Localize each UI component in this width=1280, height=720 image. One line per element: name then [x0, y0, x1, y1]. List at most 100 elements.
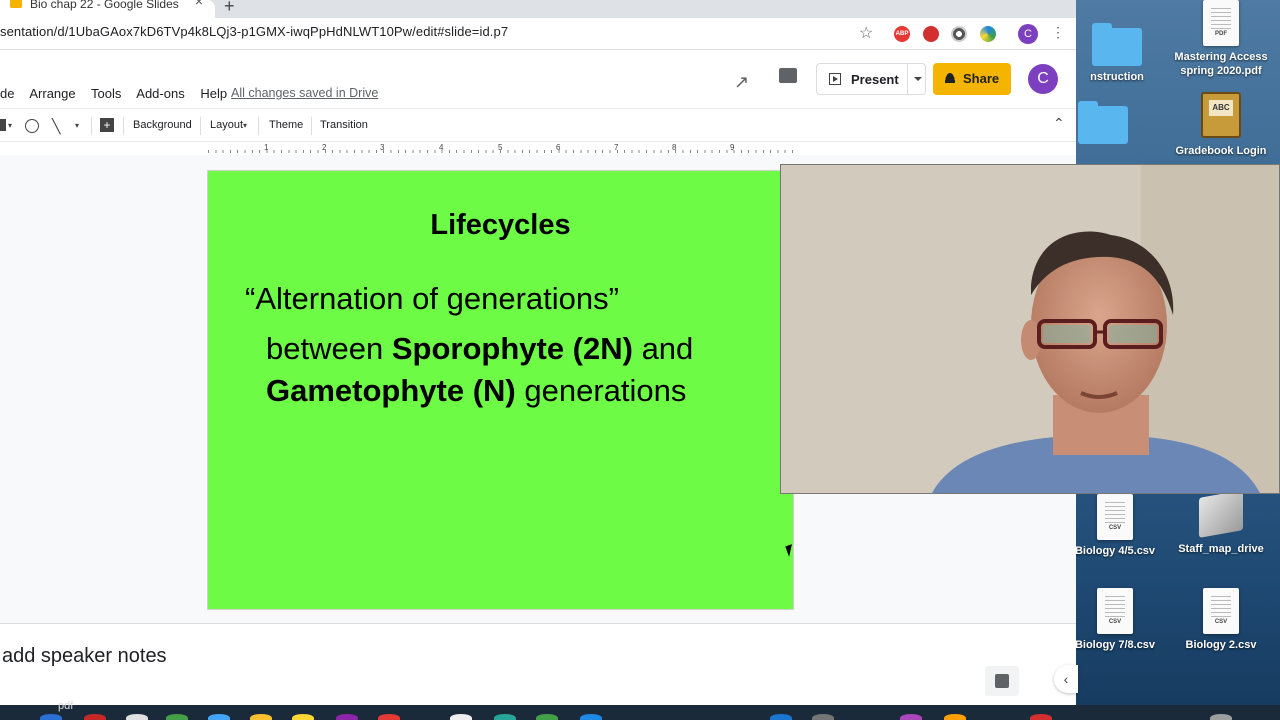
slide-body-line[interactable]: “Alternation of generations” — [245, 281, 619, 317]
csv-file-icon: CSV — [1097, 588, 1133, 634]
folder-icon[interactable] — [1078, 101, 1128, 144]
menu-arrange[interactable]: Arrange — [29, 86, 75, 101]
desktop-file-biology-2[interactable]: CSV Biology 2.csv — [1166, 588, 1276, 652]
dock-app-icon[interactable] — [84, 714, 106, 720]
dock-app-icon[interactable] — [944, 714, 966, 720]
shape-icon[interactable] — [25, 119, 39, 133]
dock-app-icon[interactable] — [250, 714, 272, 720]
dock-app-icon[interactable] — [536, 714, 558, 720]
dock-app-icon[interactable] — [1030, 714, 1052, 720]
present-dropdown-button[interactable] — [907, 64, 926, 94]
browser-tab[interactable]: Bio chap 22 - Google Slides × — [0, 0, 215, 18]
present-label: Present — [851, 72, 899, 87]
dock-app-icon[interactable] — [292, 714, 314, 720]
theme-button[interactable]: Theme — [269, 119, 303, 131]
ruler-label: 4 — [439, 143, 444, 152]
horizontal-ruler: 1 2 3 4 5 6 7 8 9 — [208, 143, 793, 155]
adblock-extension-icon[interactable]: ABP — [894, 26, 910, 42]
dock-app-icon[interactable] — [450, 714, 472, 720]
ruler-label: 8 — [672, 143, 677, 152]
desktop-file-staff-map[interactable]: Staff_map_drive — [1166, 490, 1276, 556]
slides-favicon-icon — [10, 0, 22, 8]
present-button[interactable]: Present — [816, 63, 926, 95]
textbox-icon[interactable] — [0, 119, 6, 131]
desktop-folder-instruction[interactable]: nstruction — [1062, 23, 1172, 84]
desktop-file-mastering-access[interactable]: PDF Mastering Access spring 2020.pdf — [1166, 0, 1276, 78]
dock-app-icon[interactable] — [208, 714, 230, 720]
extension-gray-icon[interactable] — [951, 26, 967, 42]
ruler-label: 7 — [614, 143, 619, 152]
chevron-down-icon[interactable]: ▾ — [8, 121, 12, 130]
desktop-file-label: Biology 2.csv — [1185, 639, 1257, 651]
ruler-label: 5 — [498, 143, 503, 152]
layout-button[interactable]: Layout — [210, 119, 243, 131]
ruler-label: 9 — [730, 143, 735, 152]
save-status[interactable]: All changes saved in Drive — [231, 86, 378, 100]
more-vert-icon[interactable]: ⋮ — [1051, 24, 1065, 41]
account-avatar[interactable]: C — [1028, 64, 1058, 94]
speaker-notes-placeholder[interactable]: add speaker notes — [2, 645, 167, 668]
chevron-down-icon: ▾ — [243, 121, 248, 130]
ruler-label: 1 — [264, 143, 269, 152]
desktop-shortcut-gradebook[interactable]: ABC Gradebook Login — [1166, 92, 1276, 158]
dock-app-icon[interactable] — [126, 714, 148, 720]
dock-app-icon[interactable] — [770, 714, 792, 720]
star-icon[interactable]: ☆ — [859, 23, 873, 43]
csv-file-icon: CSV — [1203, 588, 1239, 634]
transition-button[interactable]: Transition — [320, 119, 368, 131]
toolbar-divider — [258, 117, 259, 135]
slide-text: and — [632, 331, 694, 366]
slide-bold-term: Gametophyte (N) — [266, 373, 516, 408]
extension-red-icon[interactable] — [923, 26, 939, 42]
close-icon[interactable]: × — [195, 0, 203, 8]
share-button[interactable]: Share — [933, 63, 1011, 95]
present-icon — [829, 73, 841, 85]
dock-app-icon[interactable] — [900, 714, 922, 720]
explore-button[interactable] — [985, 666, 1019, 696]
line-icon[interactable]: ╲ — [52, 118, 60, 135]
drive-map-icon — [1199, 490, 1243, 538]
dock-app-icon[interactable] — [336, 714, 358, 720]
speaker-notes[interactable]: add speaker notes — [0, 623, 1076, 705]
desktop-file-label: Mastering Access spring 2020.pdf — [1174, 51, 1268, 77]
dock-app-icon[interactable] — [378, 714, 400, 720]
csv-file-icon: CSV — [1097, 494, 1133, 540]
chevron-down-icon[interactable]: ▾ — [75, 121, 79, 130]
menu-tools[interactable]: Tools — [91, 86, 121, 101]
activity-trend-icon[interactable]: ↗ — [734, 72, 749, 93]
desktop-file-label: Biology 4/5.csv — [1074, 545, 1156, 557]
new-tab-icon[interactable]: + — [224, 0, 235, 17]
desktop-file-biology-78[interactable]: CSV Biology 7/8.csv — [1060, 588, 1170, 652]
dock-app-icon[interactable] — [166, 714, 188, 720]
dock-app-icon[interactable] — [580, 714, 602, 720]
os-dock: pdf — [0, 700, 1280, 720]
toolbar-divider — [91, 117, 92, 135]
collapse-toolbar-icon[interactable]: ⌃ — [1053, 115, 1065, 132]
slide-body-line[interactable]: between Sporophyte (2N) and — [266, 331, 693, 367]
slide-body-line[interactable]: Gametophyte (N) generations — [266, 373, 686, 409]
add-comment-icon[interactable]: + — [100, 118, 114, 132]
dock-app-icon[interactable] — [40, 714, 62, 720]
url-field[interactable]: sentation/d/1UbaGAox7kD6TVp4k8LQj3-p1GMX… — [0, 24, 508, 39]
background-button[interactable]: Background — [133, 119, 192, 131]
dock-app-icon[interactable] — [1210, 714, 1232, 720]
desktop-file-label: Staff_map_drive — [1178, 543, 1264, 555]
presenter-video-image — [781, 165, 1279, 493]
dock-app-icon[interactable] — [494, 714, 516, 720]
dock-app-icon[interactable] — [812, 714, 834, 720]
slide-title[interactable]: Lifecycles — [208, 209, 793, 242]
slide-text: generations — [515, 373, 687, 408]
pdf-file-icon: PDF — [1203, 0, 1239, 46]
menu-addons[interactable]: Add-ons — [136, 86, 184, 101]
menu-help[interactable]: Help — [200, 86, 227, 101]
toolbar-divider — [123, 117, 124, 135]
menu-slide[interactable]: de — [0, 86, 14, 101]
desktop-file-biology-45[interactable]: CSV Biology 4/5.csv — [1060, 494, 1170, 558]
comment-icon[interactable] — [779, 68, 797, 83]
slide[interactable]: Lifecycles “Alternation of generations” … — [208, 171, 793, 609]
profile-avatar-small[interactable]: C — [1018, 24, 1038, 44]
extension-green-icon[interactable] — [980, 26, 996, 42]
side-panel-toggle[interactable]: ‹ — [1054, 665, 1078, 693]
desktop-folder-label: nstruction — [1090, 71, 1144, 83]
ruler-label: 3 — [380, 143, 385, 152]
